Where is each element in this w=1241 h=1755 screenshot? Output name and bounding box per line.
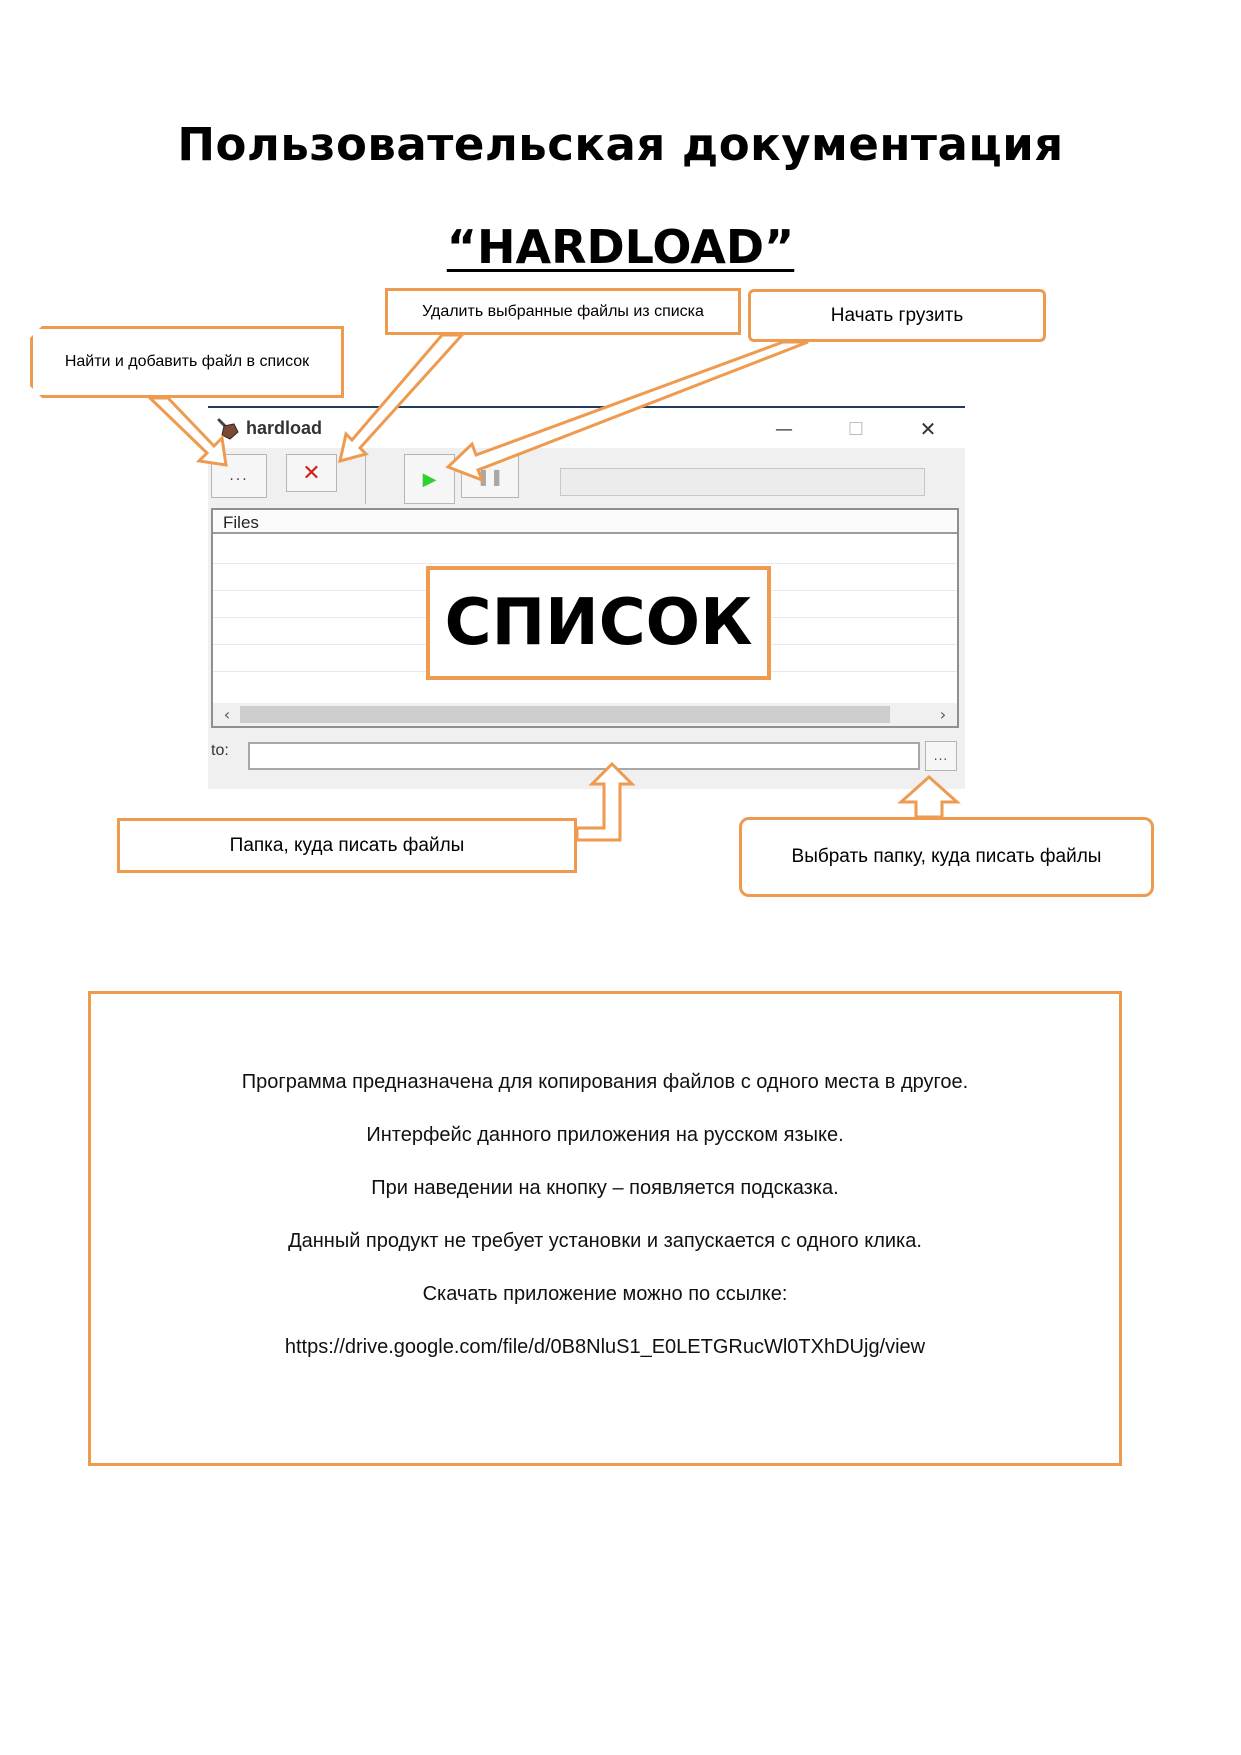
list-row-divider — [213, 563, 957, 564]
scroll-right-icon[interactable]: › — [931, 703, 955, 726]
info-line: Интерфейс данного приложения на русском … — [366, 1124, 844, 1146]
minimize-button[interactable]: — — [764, 414, 804, 444]
document-title: Пользовательская документация — [177, 118, 1064, 171]
ellipsis-icon: ... — [229, 468, 249, 484]
start-button[interactable]: ▶ — [404, 454, 455, 504]
maximize-button[interactable]: ☐ — [836, 414, 876, 444]
column-header-files[interactable]: Files — [213, 510, 957, 534]
browse-folder-button[interactable]: ... — [925, 741, 957, 771]
info-line: Скачать приложение можно по ссылке: — [422, 1283, 788, 1305]
info-line: Программа предназначена для копирования … — [241, 1071, 969, 1093]
remove-files-button[interactable]: ✕ — [286, 454, 337, 492]
callout-choose-folder: Выбрать папку, куда писать файлы — [739, 817, 1154, 897]
scrollbar-thumb[interactable] — [240, 706, 890, 723]
window-title: hardload — [246, 418, 323, 438]
toolbar-separator — [365, 454, 366, 504]
list-annotation: СПИСОК — [426, 566, 771, 680]
ellipsis-icon: ... — [933, 749, 949, 763]
shovel-icon — [217, 418, 239, 440]
red-x-icon: ✕ — [302, 460, 321, 486]
destination-input[interactable] — [248, 742, 920, 770]
info-line: При наведении на кнопку – появляется под… — [371, 1177, 839, 1199]
callout-add-file: Найти и добавить файл в список — [30, 326, 344, 398]
download-link[interactable]: https://drive.google.com/file/d/0B8NluS1… — [88, 1336, 1122, 1359]
progress-bar — [560, 468, 925, 496]
callout-destination-folder: Папка, куда писать файлы — [117, 818, 577, 873]
info-box — [88, 991, 1122, 1466]
callout-start: Начать грузить — [748, 289, 1046, 342]
add-file-button[interactable]: ... — [211, 454, 267, 498]
document-subtitle: “HARDLOAD” — [0, 220, 1241, 274]
green-play-icon: ▶ — [422, 468, 437, 490]
callout-remove-files: Удалить выбранные файлы из списка — [385, 288, 741, 335]
pause-icon: ❚❚ — [476, 466, 504, 486]
pause-button[interactable]: ❚❚ — [461, 454, 519, 498]
close-button[interactable]: ✕ — [908, 414, 948, 444]
app-name: “HARDLOAD” — [446, 220, 795, 274]
scroll-left-icon[interactable]: ‹ — [215, 703, 239, 726]
info-line: Данный продукт не требует установки и за… — [288, 1230, 922, 1252]
destination-label: to: — [211, 742, 229, 759]
